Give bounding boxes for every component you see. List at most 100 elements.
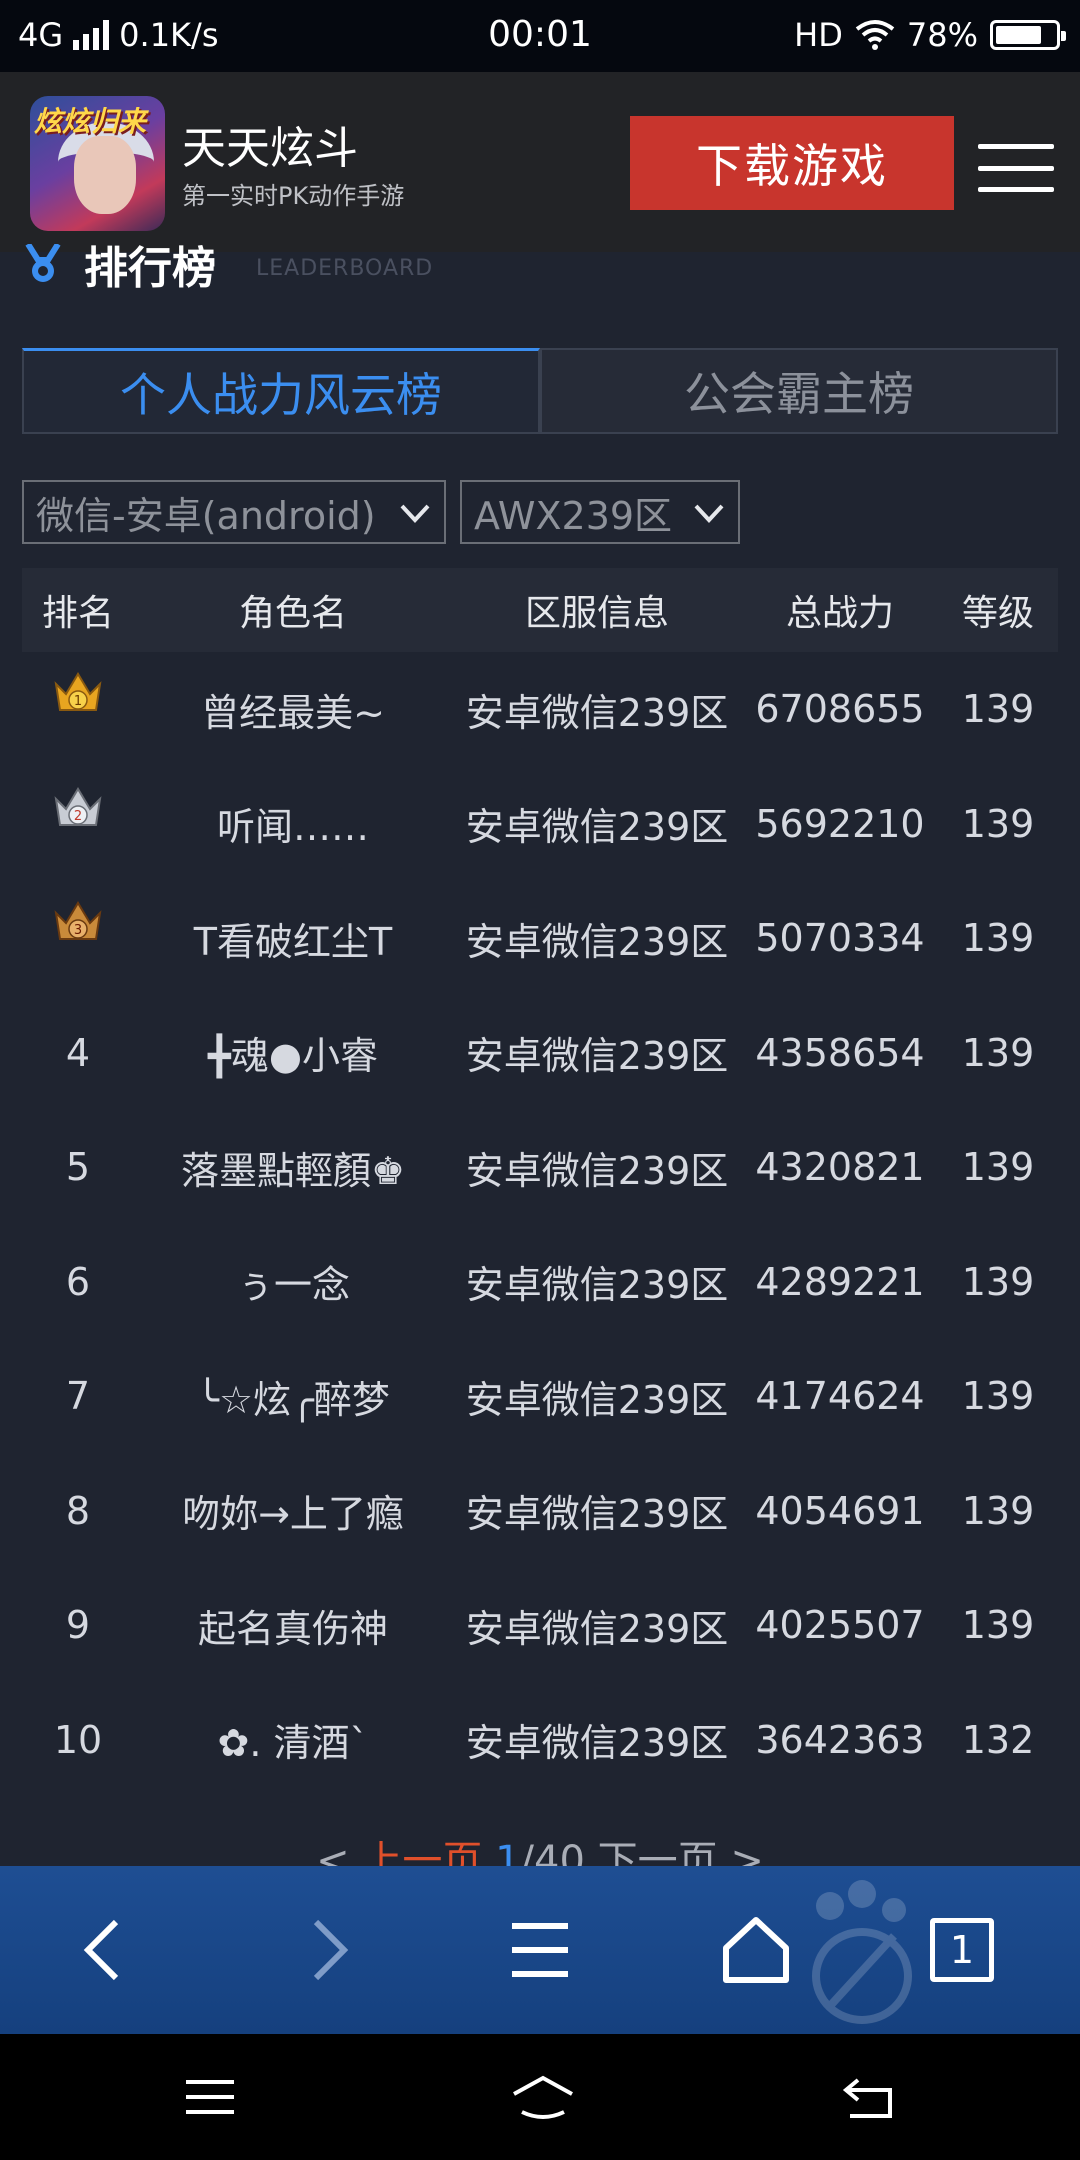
server-info: 安卓微信239区 xyxy=(465,1606,729,1651)
server-select[interactable]: AWX239区 xyxy=(460,480,740,544)
chevron-down-icon xyxy=(694,504,724,523)
server-info: 安卓微信239区 xyxy=(465,1263,729,1308)
header-level: 等级 xyxy=(961,593,1034,634)
medal-icon xyxy=(25,244,61,282)
browser-toolbar: 1 xyxy=(0,1866,1080,2034)
logo-character xyxy=(74,136,136,214)
player-level: 139 xyxy=(961,801,1035,846)
player-level: 139 xyxy=(961,1374,1035,1419)
browser-menu-icon[interactable] xyxy=(500,1910,580,1990)
server-info: 安卓微信239区 xyxy=(465,1377,729,1422)
total-power: 3642363 xyxy=(755,1717,925,1762)
system-home-icon[interactable] xyxy=(508,2072,578,2122)
server-info: 安卓微信239区 xyxy=(465,1034,729,1079)
player-name: 吻妳→上了瘾 xyxy=(182,1492,404,1537)
tabs-count-button[interactable]: 1 xyxy=(930,1918,994,1982)
player-level: 132 xyxy=(961,1717,1035,1762)
home-icon[interactable] xyxy=(716,1910,796,1990)
player-name: 落墨點輕顏♚ xyxy=(180,1148,406,1193)
section-title: 排行榜 xyxy=(84,244,216,288)
tab-guild-overlord[interactable]: 公会霸主榜 xyxy=(540,348,1058,434)
logo-lettering: 炫炫归来 xyxy=(34,105,147,138)
server-info: 安卓微信239区 xyxy=(465,919,729,964)
table-row: 7 ╰☆炫╭醉梦 安卓微信239区 4174624 139 xyxy=(22,1339,1058,1454)
platform-select[interactable]: 微信-安卓(android) xyxy=(22,480,446,544)
player-level: 139 xyxy=(961,1030,1035,1075)
player-name: ╋魂●小睿 xyxy=(207,1034,379,1079)
app-subtitle: 第一实时PK动作手游 xyxy=(182,182,405,210)
app-header: 炫炫归来 天天炫斗 第一实时PK动作手游 下载游戏 xyxy=(0,72,1080,252)
back-icon[interactable] xyxy=(66,1910,146,1990)
rank-number: 5 xyxy=(65,1145,91,1190)
svg-text:3: 3 xyxy=(74,923,82,938)
rank-number: 4 xyxy=(65,1030,91,1075)
rank-number: 9 xyxy=(65,1603,91,1648)
bronze-crown-icon: 3 xyxy=(54,901,102,940)
table-header: 排名 角色名 区服信息 总战力 等级 xyxy=(22,568,1058,652)
hamburger-menu-icon[interactable] xyxy=(978,144,1054,192)
recents-menu-icon[interactable] xyxy=(180,2072,240,2122)
server-info: 安卓微信239区 xyxy=(465,805,729,850)
total-power: 4358654 xyxy=(755,1030,925,1075)
table-row: 6 ぅ一念 安卓微信239区 4289221 139 xyxy=(22,1225,1058,1340)
battery-icon xyxy=(990,20,1066,50)
player-level: 139 xyxy=(961,916,1035,961)
rank-cell: 1 xyxy=(22,652,134,720)
table-row: 10 ✿. 清酒ˋ 安卓微信239区 3642363 132 xyxy=(22,1683,1058,1798)
platform-select-value: 微信-安卓(android) xyxy=(36,493,376,538)
app-logo[interactable]: 炫炫归来 xyxy=(30,96,165,231)
player-name: ぅ一念 xyxy=(235,1263,350,1308)
player-name: 听闻…… xyxy=(216,805,369,850)
ranking-table: 排名 角色名 区服信息 总战力 等级 1 曾经最美~ 安卓微信239区 6708… xyxy=(22,568,1058,1797)
total-power: 4054691 xyxy=(755,1488,925,1533)
table-row: 5 落墨點輕顏♚ 安卓微信239区 4320821 139 xyxy=(22,1110,1058,1225)
rank-number: 8 xyxy=(65,1488,91,1533)
total-power: 4025507 xyxy=(755,1603,925,1648)
rank-cell: 2 xyxy=(22,767,134,835)
rank-cell: 3 xyxy=(22,881,134,949)
svg-text:2: 2 xyxy=(74,809,82,824)
chevron-down-icon xyxy=(400,504,430,523)
player-level: 139 xyxy=(961,1259,1035,1304)
total-power: 5070334 xyxy=(755,916,925,961)
table-row: 9 起名真伤神 安卓微信239区 4025507 139 xyxy=(22,1568,1058,1683)
leaderboard-heading: 排行榜 LEADERBOARD xyxy=(20,244,620,288)
forward-icon[interactable] xyxy=(286,1910,366,1990)
table-row: 8 吻妳→上了瘾 安卓微信239区 4054691 139 xyxy=(22,1454,1058,1569)
total-power: 6708655 xyxy=(755,687,925,732)
status-right: HD 78% xyxy=(794,16,1066,54)
player-name: ✿. 清酒ˋ xyxy=(217,1721,369,1766)
server-info: 安卓微信239区 xyxy=(465,1148,729,1193)
download-game-button[interactable]: 下载游戏 xyxy=(630,116,954,210)
table-row: 4 ╋魂●小睿 安卓微信239区 4358654 139 xyxy=(22,996,1058,1111)
server-info: 安卓微信239区 xyxy=(465,690,729,735)
tab-personal-power[interactable]: 个人战力风云榜 xyxy=(22,348,540,434)
player-name: 曾经最美~ xyxy=(201,690,385,735)
player-level: 139 xyxy=(961,1488,1035,1533)
silver-crown-icon: 2 xyxy=(54,786,102,826)
player-level: 139 xyxy=(961,1603,1035,1648)
player-name: T看破红尘T xyxy=(193,919,393,964)
server-info: 安卓微信239区 xyxy=(465,1492,729,1537)
battery-percent: 78% xyxy=(906,16,978,54)
player-level: 139 xyxy=(961,687,1035,732)
header-server: 区服信息 xyxy=(524,593,669,634)
total-power: 5692210 xyxy=(755,801,925,846)
server-info: 安卓微信239区 xyxy=(465,1721,729,1766)
tabs-count: 1 xyxy=(949,1928,975,1972)
rank-number: 7 xyxy=(65,1374,91,1419)
hd-indicator: HD xyxy=(794,16,843,54)
table-row: 3 T看破红尘T 安卓微信239区 5070334 139 xyxy=(22,881,1058,996)
player-name: 起名真伤神 xyxy=(197,1606,388,1651)
header-rank: 排名 xyxy=(41,593,114,634)
player-name: ╰☆炫╭醉梦 xyxy=(196,1377,390,1422)
status-bar: 4G 0.1K/s 00:01 HD 78% xyxy=(0,0,1080,72)
wifi-icon xyxy=(855,20,895,50)
table-row: 1 曾经最美~ 安卓微信239区 6708655 139 xyxy=(22,652,1058,767)
svg-text:1: 1 xyxy=(74,694,82,709)
total-power: 4174624 xyxy=(755,1374,925,1419)
system-nav-bar xyxy=(0,2034,1080,2160)
paw-watermark-icon xyxy=(812,1880,912,2024)
table-row: 2 听闻…… 安卓微信239区 5692210 139 xyxy=(22,767,1058,882)
system-back-icon[interactable] xyxy=(838,2072,898,2122)
